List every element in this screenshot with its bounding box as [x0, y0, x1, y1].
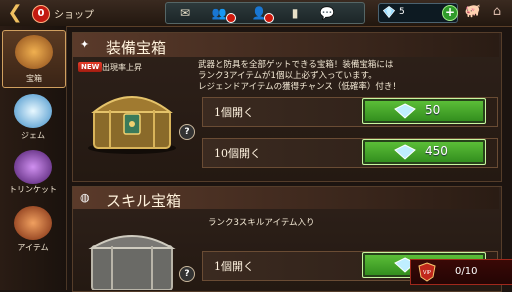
back-arrow-icon[interactable]: ❮: [4, 3, 26, 23]
open-10-label: 10個開く: [214, 147, 261, 160]
new-badge: NEW: [78, 62, 103, 72]
skill-chest-title: スキル宝箱: [106, 192, 182, 210]
category-sidebar: 宝箱 ジェム トリンケット アイテム: [0, 26, 67, 290]
chest-category-icon: ✦: [80, 38, 90, 51]
sidebar-item-trinkets[interactable]: トリンケット: [2, 146, 64, 202]
sidebar-item-label: ジェム: [21, 131, 45, 140]
gem-icon: [382, 5, 396, 19]
sidebar-item-gems[interactable]: ジェム: [2, 90, 64, 146]
social-icon-bar: ✉ 👥 👤 ▮ 💬: [165, 2, 365, 24]
sidebar-item-label: トリンケット: [9, 185, 57, 194]
friends-alert-dot: [226, 13, 236, 23]
open-10-buy-button[interactable]: 450: [362, 139, 486, 165]
vip-progress-badge[interactable]: VIP 0/10: [410, 259, 512, 285]
equipment-chest-title: 装備宝箱: [106, 39, 167, 57]
bookmark-icon[interactable]: ▮: [286, 6, 304, 20]
skill-category-icon: ◍: [80, 191, 90, 204]
vip-progress: 0/10: [455, 266, 478, 277]
gem-count: 5: [399, 7, 405, 17]
trinket-icon: [14, 150, 52, 184]
equipment-chest-image: [88, 96, 176, 154]
sidebar-item-items[interactable]: アイテム: [2, 202, 64, 258]
vip-shield-icon: VIP: [418, 262, 436, 282]
mail-icon[interactable]: ✉: [176, 6, 194, 20]
description-line: レジェンドアイテムの獲得チャンス（低確率）付き！: [198, 82, 401, 92]
item-icon: [14, 206, 52, 240]
description-line: ランク3アイテムが1個以上必ず入っています。: [198, 71, 377, 81]
home-icon[interactable]: ⌂: [488, 4, 506, 20]
price-label: 50: [425, 103, 441, 117]
description-line: 武器と防具を全部ゲットできる宝箱！装備宝箱には: [198, 60, 394, 70]
chat-icon[interactable]: 💬: [318, 6, 336, 20]
skill-chest-image: [88, 235, 176, 290]
help-icon[interactable]: ?: [179, 266, 195, 282]
price-label: 450: [425, 144, 448, 158]
gem-icon: [14, 94, 52, 128]
vip-label: VIP: [423, 270, 431, 276]
open-1-label: 1個開く: [214, 106, 254, 119]
skill-chest-description: ランク3スキルアイテム入り: [208, 218, 315, 228]
notification-badge[interactable]: 0: [32, 5, 50, 23]
open-1-buy-button[interactable]: 50: [362, 98, 486, 124]
profile-alert-dot: [264, 13, 274, 23]
gem-icon: [394, 144, 416, 160]
help-icon[interactable]: ?: [179, 124, 195, 140]
skill-open-1-label: 1個開く: [214, 260, 254, 273]
sidebar-item-label: 宝箱: [26, 74, 42, 83]
treasure-chest-icon: [15, 35, 53, 69]
sidebar-item-chest[interactable]: 宝箱: [2, 30, 66, 88]
rate-up-text: 出現率上昇: [102, 63, 142, 72]
page-title: ショップ: [54, 10, 94, 21]
sidebar-item-label: アイテム: [17, 243, 49, 252]
gem-icon: [394, 103, 416, 119]
add-gems-plus-icon[interactable]: +: [442, 5, 458, 21]
piggy-bank-icon[interactable]: 🐖: [464, 4, 482, 20]
equipment-chest-description: 武器と防具を全部ゲットできる宝箱！装備宝箱には ランク3アイテムが1個以上必ず入…: [198, 60, 401, 93]
